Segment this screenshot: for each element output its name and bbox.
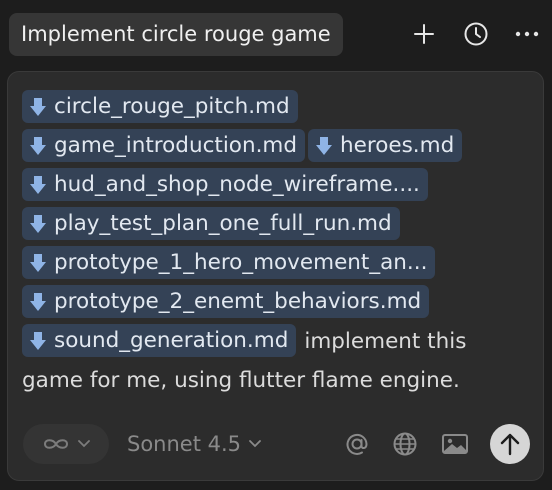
download-arrow-icon: [30, 332, 46, 350]
attachment-label: sound_generation.md: [54, 328, 289, 353]
chevron-down-icon: [249, 440, 261, 448]
download-arrow-icon: [30, 293, 46, 311]
web-search-button[interactable]: [389, 428, 421, 460]
send-button[interactable]: [490, 424, 530, 464]
attachment-chip[interactable]: sound_generation.md: [22, 324, 297, 357]
download-arrow-icon: [30, 98, 46, 116]
message-text: implement this: [304, 329, 467, 354]
attachment-chip[interactable]: play_test_plan_one_full_run.md: [22, 207, 400, 240]
composer-input[interactable]: circle_rouge_pitch.md game_introduction.…: [22, 88, 534, 400]
attachment-label: prototype_1_hero_movement_an...: [54, 250, 428, 275]
download-arrow-icon: [30, 137, 46, 155]
download-arrow-icon: [30, 254, 46, 272]
download-arrow-icon: [30, 176, 46, 194]
attachment-label: hud_and_shop_node_wireframe....: [54, 172, 420, 197]
agent-mode-selector[interactable]: [23, 424, 109, 464]
attachment-chip[interactable]: game_introduction.md: [22, 129, 305, 162]
more-horizontal-icon: [515, 31, 539, 37]
attachment-chip[interactable]: prototype_1_hero_movement_an...: [22, 246, 436, 279]
plus-icon: [414, 24, 434, 44]
composer-toolbar: Sonnet 4.5: [8, 422, 545, 466]
attachment-label: game_introduction.md: [54, 133, 297, 158]
more-options-button[interactable]: [510, 17, 544, 51]
chat-header: Implement circle rouge game: [0, 0, 552, 70]
download-arrow-icon: [30, 215, 46, 233]
globe-icon: [393, 432, 417, 456]
attachment-chip[interactable]: prototype_2_enemt_behaviors.md: [22, 285, 430, 318]
composer-panel[interactable]: circle_rouge_pitch.md game_introduction.…: [7, 71, 544, 481]
download-arrow-icon: [316, 137, 332, 155]
at-mention-icon: [346, 433, 368, 455]
history-button[interactable]: [459, 17, 493, 51]
attach-image-button[interactable]: [439, 428, 471, 460]
history-clock-icon: [464, 22, 488, 46]
image-icon: [442, 434, 468, 454]
chevron-down-icon: [78, 440, 90, 448]
attachment-label: prototype_2_enemt_behaviors.md: [54, 289, 422, 314]
model-selector[interactable]: Sonnet 4.5: [127, 424, 261, 464]
mention-button[interactable]: [341, 428, 373, 460]
attachment-label: play_test_plan_one_full_run.md: [54, 211, 392, 236]
attachment-chip[interactable]: heroes.md: [308, 129, 463, 162]
chat-title[interactable]: Implement circle rouge game: [9, 13, 343, 56]
model-label: Sonnet 4.5: [127, 432, 242, 456]
attachment-chip[interactable]: circle_rouge_pitch.md: [22, 90, 298, 123]
attachment-chip[interactable]: hud_and_shop_node_wireframe....: [22, 168, 428, 201]
attachment-label: heroes.md: [340, 133, 455, 158]
infinity-icon: [43, 439, 69, 449]
attachment-label: circle_rouge_pitch.md: [54, 94, 290, 119]
message-text: game for me, using flutter flame engine.: [22, 368, 460, 393]
arrow-up-icon: [500, 433, 520, 456]
new-chat-button[interactable]: [407, 17, 441, 51]
